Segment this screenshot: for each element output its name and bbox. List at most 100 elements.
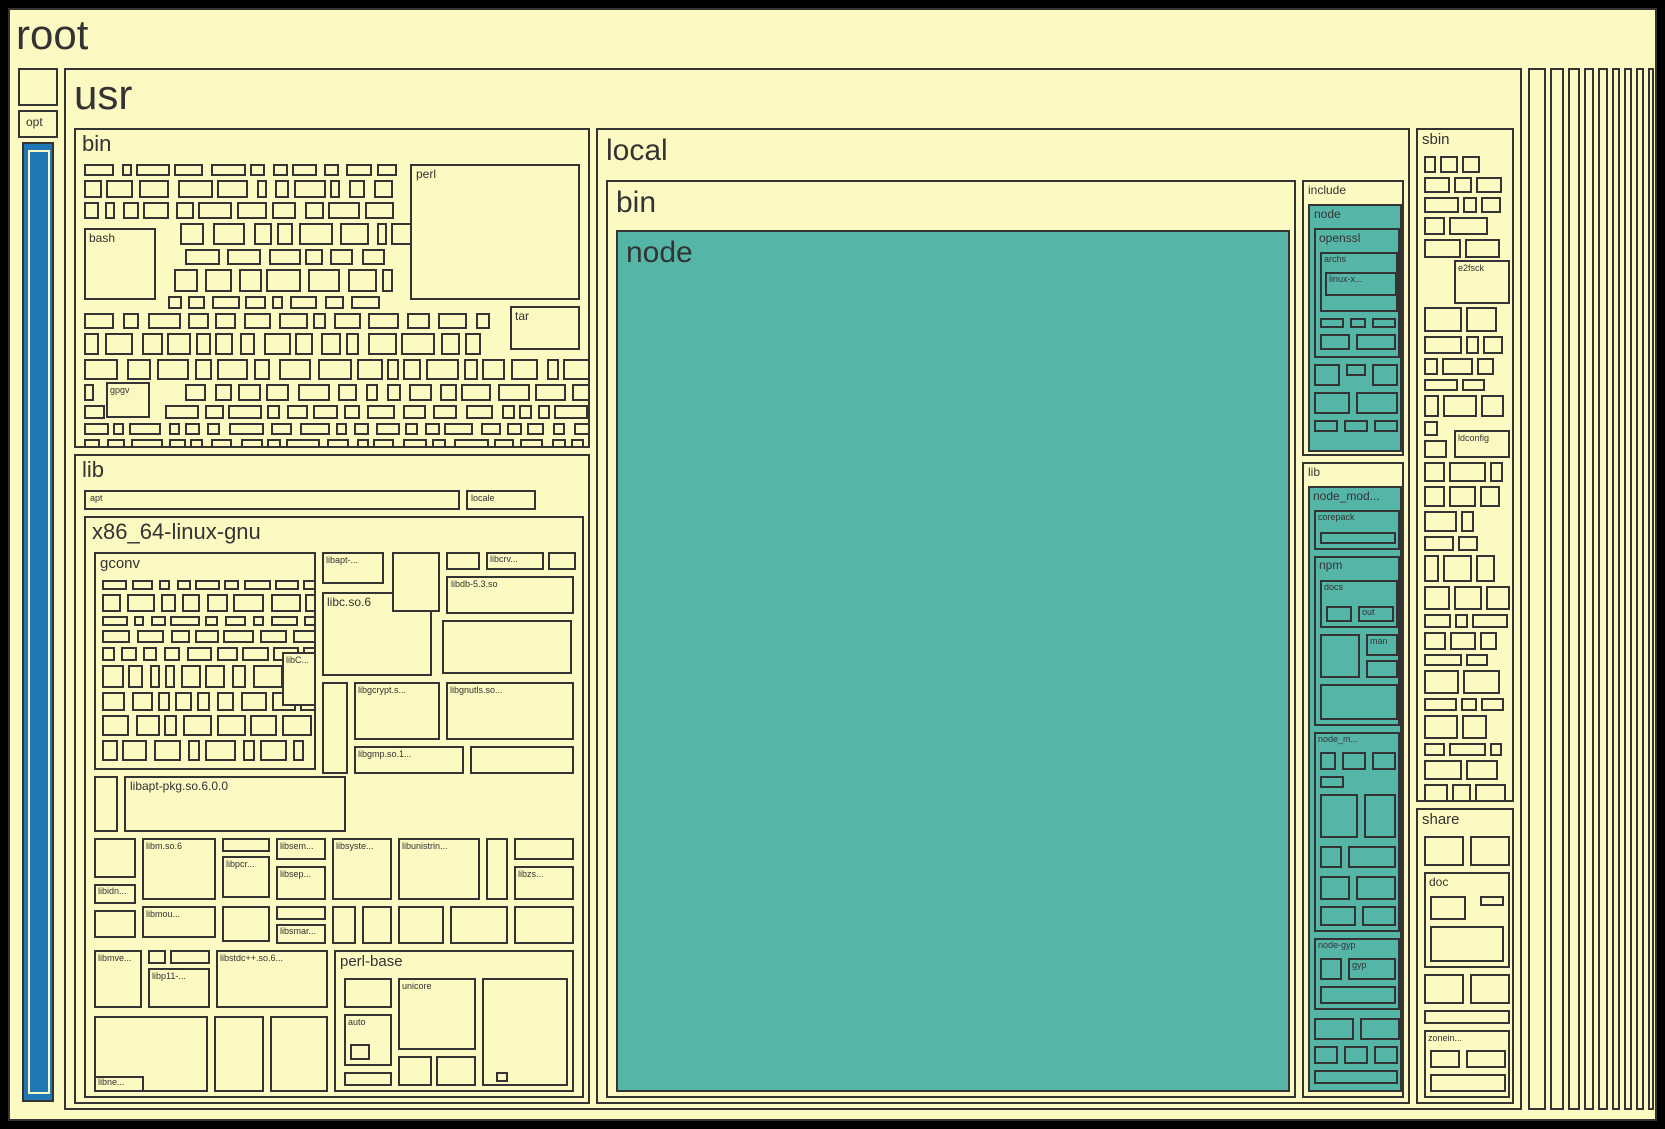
bin-small[interactable] <box>211 439 232 448</box>
sbin-small[interactable] <box>1465 239 1500 258</box>
sbin-small[interactable] <box>1463 670 1500 694</box>
bin-small[interactable] <box>465 333 481 355</box>
bin-small[interactable] <box>174 269 198 292</box>
bin-small[interactable] <box>215 333 233 355</box>
sbin-small[interactable] <box>1424 239 1461 258</box>
sbin-small[interactable] <box>1466 654 1488 666</box>
cell-ldconfig[interactable]: ldconfig <box>1454 430 1510 458</box>
bin-small[interactable] <box>273 164 288 176</box>
cell-spare2b[interactable] <box>548 552 576 570</box>
bin-small[interactable] <box>295 333 313 355</box>
gconv-small[interactable] <box>102 692 125 711</box>
bin-small[interactable] <box>266 384 289 401</box>
bin-small[interactable] <box>169 423 180 435</box>
cell-zone-s1[interactable] <box>1430 1050 1460 1068</box>
cell-spare9[interactable] <box>222 906 270 942</box>
cell-spare16b[interactable] <box>344 1072 392 1086</box>
cell-nm-s7[interactable] <box>1348 846 1396 868</box>
gconv-small[interactable] <box>102 630 130 643</box>
cell-doc-s1[interactable] <box>1430 896 1466 920</box>
cell-spare17b[interactable] <box>436 1056 476 1086</box>
bin-small[interactable] <box>365 202 394 219</box>
cell-opt-blue[interactable] <box>22 142 54 1102</box>
bin-small[interactable] <box>382 269 393 292</box>
gconv-small[interactable] <box>225 616 246 626</box>
cell-spare14[interactable] <box>514 906 574 944</box>
bin-small[interactable] <box>299 223 333 245</box>
sbin-small[interactable] <box>1476 555 1495 582</box>
cell-spare15b[interactable] <box>170 950 210 964</box>
gconv-small[interactable] <box>164 647 180 661</box>
sbin-small[interactable] <box>1424 632 1446 650</box>
cell-libgmp[interactable]: libgmp.so.1... <box>354 746 464 774</box>
bin-small[interactable] <box>84 439 100 448</box>
sbin-small[interactable] <box>1424 421 1438 436</box>
sbin-small[interactable] <box>1442 358 1473 375</box>
bin-small[interactable] <box>215 313 236 329</box>
bin-small[interactable] <box>387 359 399 380</box>
gconv-small[interactable] <box>275 580 299 590</box>
bin-small[interactable] <box>387 384 401 401</box>
bin-small[interactable] <box>188 296 205 309</box>
bin-small[interactable] <box>538 405 550 419</box>
sbin-small[interactable] <box>1424 784 1448 802</box>
gconv-small[interactable] <box>271 594 301 612</box>
bin-small[interactable] <box>185 249 220 265</box>
gconv-small[interactable] <box>205 665 225 688</box>
cell-openssl[interactable]: openssl archs linux-x... <box>1314 228 1400 358</box>
cell-out[interactable]: out <box>1358 606 1394 622</box>
bin-small[interactable] <box>84 180 102 198</box>
gconv-small[interactable] <box>102 665 124 688</box>
bin-small[interactable] <box>305 202 324 219</box>
gconv-small[interactable] <box>122 740 147 761</box>
bin-small[interactable] <box>188 313 209 329</box>
bin-small[interactable] <box>294 180 326 198</box>
bin-small[interactable] <box>250 164 265 176</box>
sbin-small[interactable] <box>1462 156 1480 173</box>
gconv-small[interactable] <box>182 594 200 612</box>
bin-small[interactable] <box>336 423 347 435</box>
cell-local-include[interactable]: include node openssl archs linux-x... <box>1302 180 1404 456</box>
bin-small[interactable] <box>330 180 340 198</box>
bin-small[interactable] <box>84 405 105 419</box>
bin-small[interactable] <box>136 164 170 176</box>
gconv-small[interactable] <box>195 630 219 643</box>
bin-small[interactable] <box>237 202 267 219</box>
bin-small[interactable] <box>279 313 308 329</box>
bin-small[interactable] <box>349 180 365 198</box>
cell-nm-s6[interactable] <box>1320 846 1342 868</box>
cell-ossl-s2[interactable] <box>1350 318 1366 328</box>
cell-nm-s3[interactable] <box>1372 752 1396 770</box>
sbin-small[interactable] <box>1466 336 1479 354</box>
bin-small[interactable] <box>84 359 118 380</box>
bin-small[interactable] <box>84 423 109 435</box>
cell-nm-s3b[interactable] <box>1320 776 1344 788</box>
cell-inc-s3[interactable] <box>1372 364 1398 386</box>
cell-libcrv[interactable]: libcrv... <box>486 552 544 570</box>
bin-small[interactable] <box>272 296 283 309</box>
strip-r4[interactable] <box>1584 68 1594 1110</box>
sbin-small[interactable] <box>1424 395 1439 417</box>
cell-opt[interactable]: opt <box>18 110 58 138</box>
cell-node-mod[interactable]: node_mod... corepack npm docs out <box>1308 486 1402 1092</box>
sbin-small[interactable] <box>1424 555 1439 582</box>
cell-opt-inner[interactable] <box>28 150 50 1094</box>
bin-small[interactable] <box>328 202 360 219</box>
bin-small[interactable] <box>346 333 359 355</box>
bin-small[interactable] <box>376 423 400 435</box>
sbin-small[interactable] <box>1424 156 1436 173</box>
cell-ossl-s3[interactable] <box>1372 318 1396 328</box>
bin-small[interactable] <box>272 202 296 219</box>
cell-inc-s5[interactable] <box>1356 392 1398 414</box>
cell-usr-bin[interactable]: bin perl bash tar gpgv <box>74 128 590 448</box>
cell-opt-top[interactable] <box>18 68 58 106</box>
bin-small[interactable] <box>373 439 394 448</box>
cell-usr[interactable]: usr bin perl bash tar gpgv lib <box>64 68 1522 1110</box>
cell-usr-local[interactable]: local bin node include node openssl arch… <box>596 128 1410 1104</box>
cell-spare17[interactable] <box>398 1056 432 1086</box>
cell-npm-s3[interactable] <box>1320 684 1398 720</box>
bin-small[interactable] <box>290 296 317 309</box>
cell-libgnutls[interactable]: libgnutls.so... <box>446 682 574 740</box>
bin-small[interactable] <box>321 333 341 355</box>
gconv-small[interactable] <box>134 616 144 626</box>
